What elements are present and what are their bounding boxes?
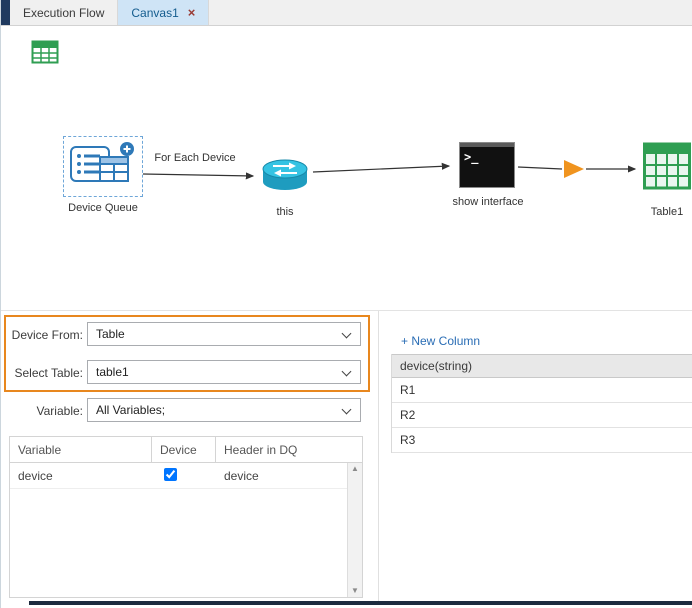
table-row[interactable]: R3 (392, 428, 692, 453)
show-interface-label: show interface (443, 196, 533, 208)
orange-arrow-marker (564, 160, 584, 178)
select-table-value: table1 (96, 365, 129, 379)
chevron-down-icon (342, 329, 352, 339)
table-row[interactable]: R2 (392, 403, 692, 428)
connector-queue-to-router (143, 174, 253, 176)
new-column-link[interactable]: + New Column (401, 334, 480, 348)
table1-node[interactable] (643, 140, 691, 197)
tab-canvas1-label: Canvas1 (131, 6, 178, 20)
chevron-down-icon (342, 367, 352, 377)
router-node[interactable] (261, 156, 309, 197)
table-tool-icon[interactable] (31, 38, 59, 71)
device-queue-icon (70, 141, 136, 192)
flow-canvas: Device Queue For Each Device this >_ s (1, 26, 692, 311)
table-row[interactable]: device device (10, 463, 362, 489)
table-row[interactable]: R1 (392, 378, 692, 403)
tab-execution-flow-label: Execution Flow (23, 6, 104, 20)
app-window: Execution Flow Canvas1 × (0, 0, 692, 608)
variable-dropdown[interactable]: All Variables; (87, 398, 361, 422)
select-table-label: Select Table: (5, 366, 83, 380)
column-header-variable[interactable]: Variable (10, 437, 152, 462)
header-in-dq-cell: device (216, 469, 362, 483)
device-from-value: Table (96, 327, 125, 341)
close-icon[interactable]: × (188, 6, 196, 19)
svg-text:>_: >_ (464, 150, 479, 165)
select-table-dropdown[interactable]: table1 (87, 360, 361, 384)
scrollbar-up-icon[interactable]: ▲ (351, 465, 359, 473)
window-corner (1, 0, 10, 25)
window-bottom-edge (29, 601, 692, 605)
router-label: this (263, 206, 307, 218)
column-header-device[interactable]: Device (152, 437, 216, 462)
tab-canvas1[interactable]: Canvas1 × (118, 0, 209, 25)
device-from-dropdown[interactable]: Table (87, 322, 361, 346)
panel-divider-vertical (378, 311, 379, 601)
device-queue-label: Device Queue (53, 202, 153, 214)
variable-label: Variable: (5, 404, 83, 418)
router-icon (261, 156, 309, 192)
variable-table-header: Variable Device Header in DQ (10, 437, 362, 463)
connector-router-to-terminal (313, 166, 449, 172)
tab-execution-flow[interactable]: Execution Flow (10, 0, 118, 25)
panel-divider-horizontal (1, 310, 692, 311)
terminal-node[interactable]: >_ (459, 142, 515, 193)
variable-value: All Variables; (96, 403, 165, 417)
device-checkbox[interactable] (164, 468, 177, 481)
variable-cell: device (10, 469, 152, 483)
for-each-device-label: For Each Device (147, 152, 243, 164)
device-from-label: Device From: (5, 328, 83, 342)
scrollbar-down-icon[interactable]: ▼ (351, 587, 359, 595)
vertical-scrollbar[interactable]: ▲ ▼ (347, 463, 362, 597)
tab-bar: Execution Flow Canvas1 × (1, 0, 692, 26)
device-string-column-header[interactable]: device(string) (392, 354, 692, 378)
connector-terminal-to-marker (518, 167, 562, 169)
table1-label: Table1 (641, 206, 692, 218)
table1-icon (643, 140, 691, 192)
variable-table: Variable Device Header in DQ device devi… (9, 436, 363, 598)
device-column-table: device(string) R1 R2 R3 (391, 354, 692, 453)
terminal-icon: >_ (459, 142, 515, 188)
chevron-down-icon (342, 405, 352, 415)
device-queue-node[interactable] (63, 136, 143, 197)
column-header-header-in-dq[interactable]: Header in DQ (216, 437, 362, 462)
